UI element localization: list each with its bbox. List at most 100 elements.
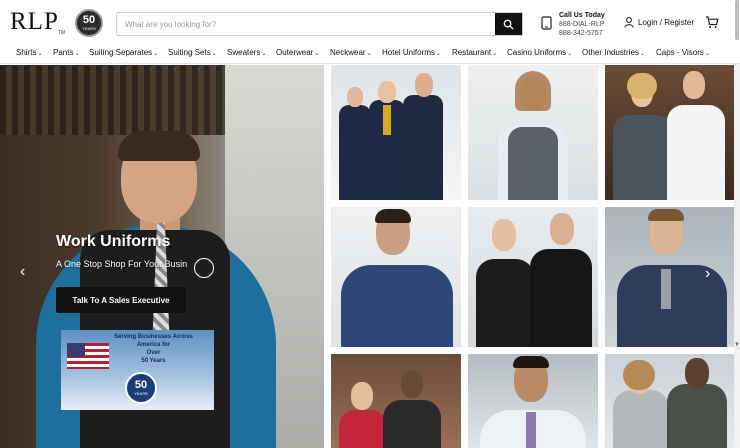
login-register-label: Login / Register [638,18,695,27]
search-button[interactable] [495,13,522,35]
figure-vest [508,127,558,200]
figure-suit [403,95,443,200]
figure-tie [661,269,671,309]
scroll-down-icon[interactable]: ▼ [734,342,740,348]
figure-jacket [667,384,727,448]
user-icon [624,17,634,28]
chevron-down-icon: ⌄ [366,51,372,57]
figure-hair [623,360,655,390]
figure-head [378,81,396,103]
login-register-link[interactable]: Login / Register [624,17,694,28]
nav-item-label: Neckwear [330,48,366,57]
nav-item-neckwear[interactable]: Neckwear⌄ [330,48,372,57]
promo-line-2: America for [136,342,171,348]
nav-item-suiting-sets[interactable]: Suiting Sets⌄ [168,48,217,57]
nav-item-label: Suiting Separates [89,48,153,57]
tile-mens-blazer[interactable]: › [605,207,734,347]
chevron-down-icon: ⌄ [639,51,645,57]
nav-item-outerwear[interactable]: Outerwear⌄ [276,48,319,57]
hero-slide: Work Uniforms A One Stop Shop For Your B… [0,65,324,448]
seal-label: YEARS [134,391,148,396]
figure-tie [383,105,391,135]
nav-item-shirts[interactable]: Shirts⌄ [16,48,42,57]
tile-sweaters[interactable] [331,354,461,448]
tile-chef-coats[interactable] [605,65,734,200]
nav-item-casino-uniforms[interactable]: Casino Uniforms⌄ [507,48,572,57]
anniversary-badge: 50 YEARS [75,9,103,37]
phone-number-vanity[interactable]: 888-DIAL-RLP [559,20,605,29]
chevron-down-icon: ⌄ [704,51,710,57]
badge-label: YEARS [82,26,96,31]
vest-logo-icon [194,258,214,278]
nav-item-label: Casino Uniforms [507,48,567,57]
nav-item-label: Shirts [16,48,37,57]
promo-banner[interactable]: Serving Businesses Across America for Ov… [61,330,214,410]
figure-blazer [617,265,727,347]
phone-number[interactable]: 888-342-5757 [559,29,605,38]
figure-hair [375,209,411,223]
figure-chef-coat [667,105,725,200]
call-us-title: Call Us Today [559,12,605,19]
nav-item-caps-visors[interactable]: Caps - Visors⌄ [656,48,710,57]
figure-head [351,382,373,410]
figure-sweater [339,410,387,448]
tile-work-shirt[interactable] [331,207,461,347]
tile-restaurant-shirts[interactable] [468,207,598,347]
nav-item-other-industries[interactable]: Other Industries⌄ [582,48,645,57]
fifty-years-seal: 50 YEARS [125,372,157,404]
hero-model-hair [118,131,200,161]
chevron-down-icon: ⌄ [567,51,573,57]
figure-head [401,370,423,398]
nav-item-label: Suiting Sets [168,48,211,57]
figure-suit [339,105,371,200]
figure-head [685,358,709,388]
nav-item-suiting-separates[interactable]: Suiting Separates⌄ [89,48,158,57]
figure-sweater [383,400,441,448]
nav-item-label: Other Industries [582,48,639,57]
nav-item-sweaters[interactable]: Sweaters⌄ [227,48,266,57]
chevron-down-icon: ⌄ [153,51,159,57]
carousel-next-icon[interactable]: › [705,265,710,283]
flag-canton [67,343,85,357]
nav-item-label: Sweaters [227,48,261,57]
chevron-down-icon: ⌄ [435,51,441,57]
tile-outerwear[interactable] [605,354,734,448]
carousel-prev-icon[interactable]: ‹ [20,263,25,281]
page-scrollbar[interactable] [734,64,740,448]
tile-business-suits[interactable] [331,65,461,200]
chevron-down-icon: ⌄ [314,51,320,57]
figure-shirt [530,249,592,347]
figure-head [550,213,574,245]
figure-tie [526,412,536,448]
chevron-down-icon: ⌄ [211,51,217,57]
logo-trademark: TM [58,30,66,36]
hero-title: Work Uniforms [56,233,171,250]
nav-item-label: Outerwear [276,48,314,57]
figure-head [347,87,363,107]
call-us-block[interactable]: Call Us Today 888-DIAL-RLP 888-342-5757 [559,11,605,38]
hero-subtitle: A One Stop Shop For Your Busin [56,259,188,269]
figure-hair [648,209,684,221]
search-input[interactable] [117,13,497,35]
figure-head [492,219,516,251]
talk-to-sales-button[interactable]: Talk To A Sales Executive [56,287,186,313]
figure-head [415,73,433,97]
figure-hair [513,356,549,368]
site-logo[interactable]: RLP [10,8,59,36]
main-nav: Shirts⌄ Pants⌄ Suiting Separates⌄ Suitin… [0,44,740,64]
figure-jacket [613,390,669,448]
tile-dress-shirt-ties[interactable] [468,354,598,448]
scrollbar-thumb[interactable] [735,0,739,40]
search-bar [116,12,523,36]
chevron-down-icon: ⌄ [74,51,80,57]
nav-item-hotel-uniforms[interactable]: Hotel Uniforms⌄ [382,48,441,57]
nav-item-pants[interactable]: Pants⌄ [53,48,80,57]
cart-icon[interactable] [705,15,719,29]
tile-womens-vest[interactable] [468,65,598,200]
nav-item-restaurant[interactable]: Restaurant⌄ [452,48,497,57]
chevron-down-icon: ⌄ [492,51,498,57]
site-header: RLP TM 50 YEARS Call Us Today 888-DIAL-R… [0,0,740,44]
phone-icon [541,16,552,30]
figure-shirt [476,259,534,347]
figure-jacket [613,115,673,200]
